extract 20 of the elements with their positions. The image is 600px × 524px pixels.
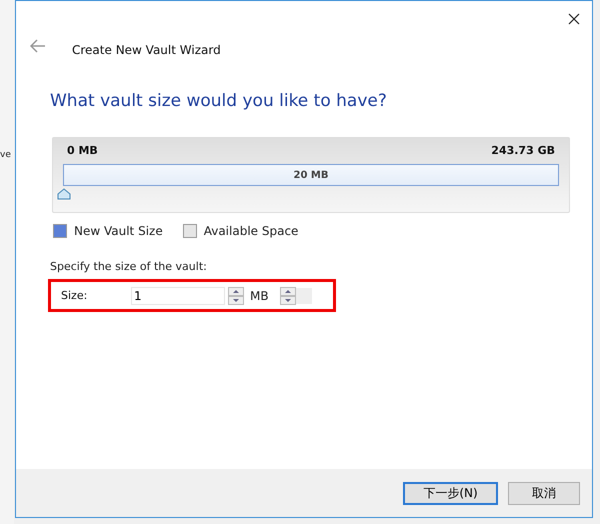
back-arrow-icon: [30, 39, 46, 53]
page-heading: What vault size would you like to have?: [50, 91, 388, 113]
close-icon: [568, 13, 580, 25]
size-field[interactable]: 1: [131, 286, 225, 304]
bar-label: 20 MB: [294, 170, 328, 180]
min-label: 0 MB: [67, 144, 98, 157]
slider-thumb[interactable]: [57, 188, 71, 200]
window-title: Create New Vault Wizard: [72, 43, 221, 57]
size-label: Size:: [61, 289, 88, 302]
legend-label: Available Space: [204, 224, 298, 238]
legend-label: New Vault Size: [74, 224, 163, 238]
max-label: 243.73 GB: [491, 144, 555, 157]
unit-dropdown-area: [296, 288, 312, 304]
background-text: ve: [0, 150, 11, 160]
size-spinner[interactable]: [228, 286, 244, 304]
size-prompt: Specify the size of the vault:: [50, 260, 208, 273]
unit-spinner[interactable]: [280, 286, 296, 304]
next-button[interactable]: 下一步(N): [403, 482, 498, 504]
unit-label: MB: [250, 288, 269, 302]
cancel-button[interactable]: 取消: [508, 482, 580, 504]
